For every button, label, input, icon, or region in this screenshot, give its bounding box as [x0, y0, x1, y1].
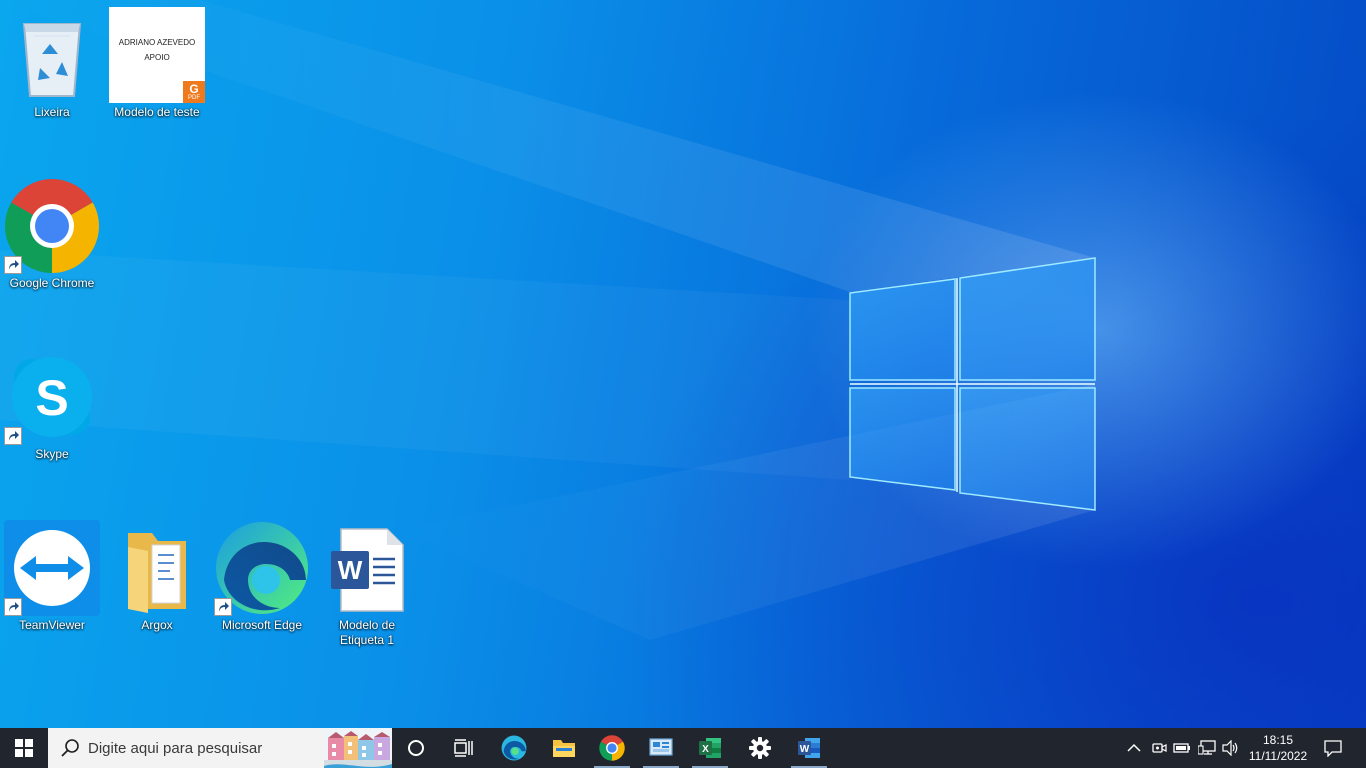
desktop-icon-label: Modelo de Etiqueta 1: [338, 618, 396, 647]
taskbar-control-panel-button[interactable]: [637, 728, 685, 768]
desktop-icon-label: TeamViewer: [19, 618, 85, 632]
desktop-icon-label: Argox: [141, 618, 173, 632]
desktop-icon-skype[interactable]: S Skype: [0, 349, 104, 462]
shortcut-arrow-icon: [4, 427, 22, 445]
taskbar-edge-button[interactable]: [490, 728, 538, 768]
desktop-icon-modelo-de-teste[interactable]: ADRIANO AZEVEDO APOIO G PDF Modelo de te…: [105, 7, 209, 120]
gear-icon: [749, 737, 771, 759]
thumbnail-text-line: ADRIANO AZEVEDO: [118, 38, 196, 47]
taskbar-file-explorer-button[interactable]: [540, 728, 588, 768]
file-explorer-icon: [553, 740, 575, 757]
taskbar: X W: [0, 728, 1366, 768]
desktop-icon-label: Modelo de teste: [114, 105, 200, 119]
taskbar-excel-button[interactable]: X: [686, 728, 734, 768]
word-document-icon: W: [331, 528, 404, 612]
notification-icon: [1324, 740, 1342, 757]
show-hidden-icons-button[interactable]: [1122, 728, 1146, 768]
shortcut-arrow-icon: [4, 256, 22, 274]
desktop-icon-google-chrome[interactable]: Google Chrome: [0, 178, 104, 291]
meet-now-button[interactable]: [1147, 728, 1171, 768]
cortana-icon: [408, 740, 424, 756]
network-status[interactable]: [1195, 728, 1219, 768]
desktop-icon-teamviewer[interactable]: TeamViewer: [0, 520, 104, 633]
word-icon: W: [798, 738, 820, 758]
edge-icon: [501, 735, 527, 761]
svg-text:S: S: [35, 370, 68, 426]
clock-date: 11/11/2022: [1248, 749, 1308, 763]
speaker-icon: [1222, 740, 1238, 756]
windows-start-icon: [15, 739, 33, 757]
action-center-button[interactable]: [1312, 728, 1354, 768]
clock[interactable]: 18:15 11/11/2022: [1244, 728, 1312, 768]
taskbar-chrome-button[interactable]: [588, 728, 636, 768]
pdf-thumbnail: ADRIANO AZEVEDO APOIO G PDF: [109, 7, 205, 103]
battery-icon: [1173, 743, 1190, 753]
desktop-icon-modelo-de-etiqueta[interactable]: W Modelo de Etiqueta 1: [315, 520, 419, 648]
task-view-button[interactable]: [440, 728, 488, 768]
taskbar-search-box[interactable]: [48, 728, 392, 768]
thumbnail-text-line: APOIO: [144, 53, 170, 62]
desktop-icon-microsoft-edge[interactable]: Microsoft Edge: [210, 520, 314, 633]
pdf-badge-icon: G PDF: [183, 81, 205, 103]
desktop-icon-recycle-bin[interactable]: Lixeira: [0, 7, 104, 120]
recycle-bin-icon: [22, 23, 82, 97]
control-panel-icon: [649, 738, 673, 756]
desktop-icon-argox[interactable]: Argox: [105, 520, 209, 633]
taskbar-word-button[interactable]: W: [785, 728, 833, 768]
svg-text:W: W: [800, 744, 810, 755]
chevron-up-icon: [1127, 743, 1141, 752]
cortana-button[interactable]: [392, 728, 440, 768]
desktop-icon-label: Google Chrome: [9, 276, 95, 290]
search-icon: [61, 739, 79, 757]
clock-time: 18:15: [1262, 733, 1294, 747]
volume-control[interactable]: [1219, 728, 1243, 768]
svg-text:W: W: [338, 555, 363, 585]
network-icon: [1198, 740, 1216, 755]
desktop-icon-label: Skype: [35, 447, 69, 461]
shortcut-arrow-icon: [214, 598, 232, 616]
shortcut-arrow-icon: [4, 598, 22, 616]
search-highlight-illustration: [324, 728, 392, 768]
desktop-icon-label: Lixeira: [34, 105, 70, 119]
battery-status[interactable]: [1170, 728, 1194, 768]
start-button[interactable]: [0, 728, 48, 768]
task-view-icon: [454, 739, 473, 757]
chrome-icon: [599, 735, 625, 761]
desktop-icon-label: Microsoft Edge: [221, 618, 303, 632]
svg-text:X: X: [702, 744, 709, 755]
search-input[interactable]: [88, 728, 318, 768]
folder-icon: [128, 533, 186, 613]
taskbar-settings-button[interactable]: [736, 728, 784, 768]
desktop[interactable]: Lixeira ADRIANO AZEVEDO APOIO G PDF Mode…: [0, 0, 1366, 728]
pdf-badge-text: PDF: [188, 95, 200, 101]
meet-now-icon: [1152, 743, 1167, 753]
excel-icon: X: [699, 738, 721, 758]
